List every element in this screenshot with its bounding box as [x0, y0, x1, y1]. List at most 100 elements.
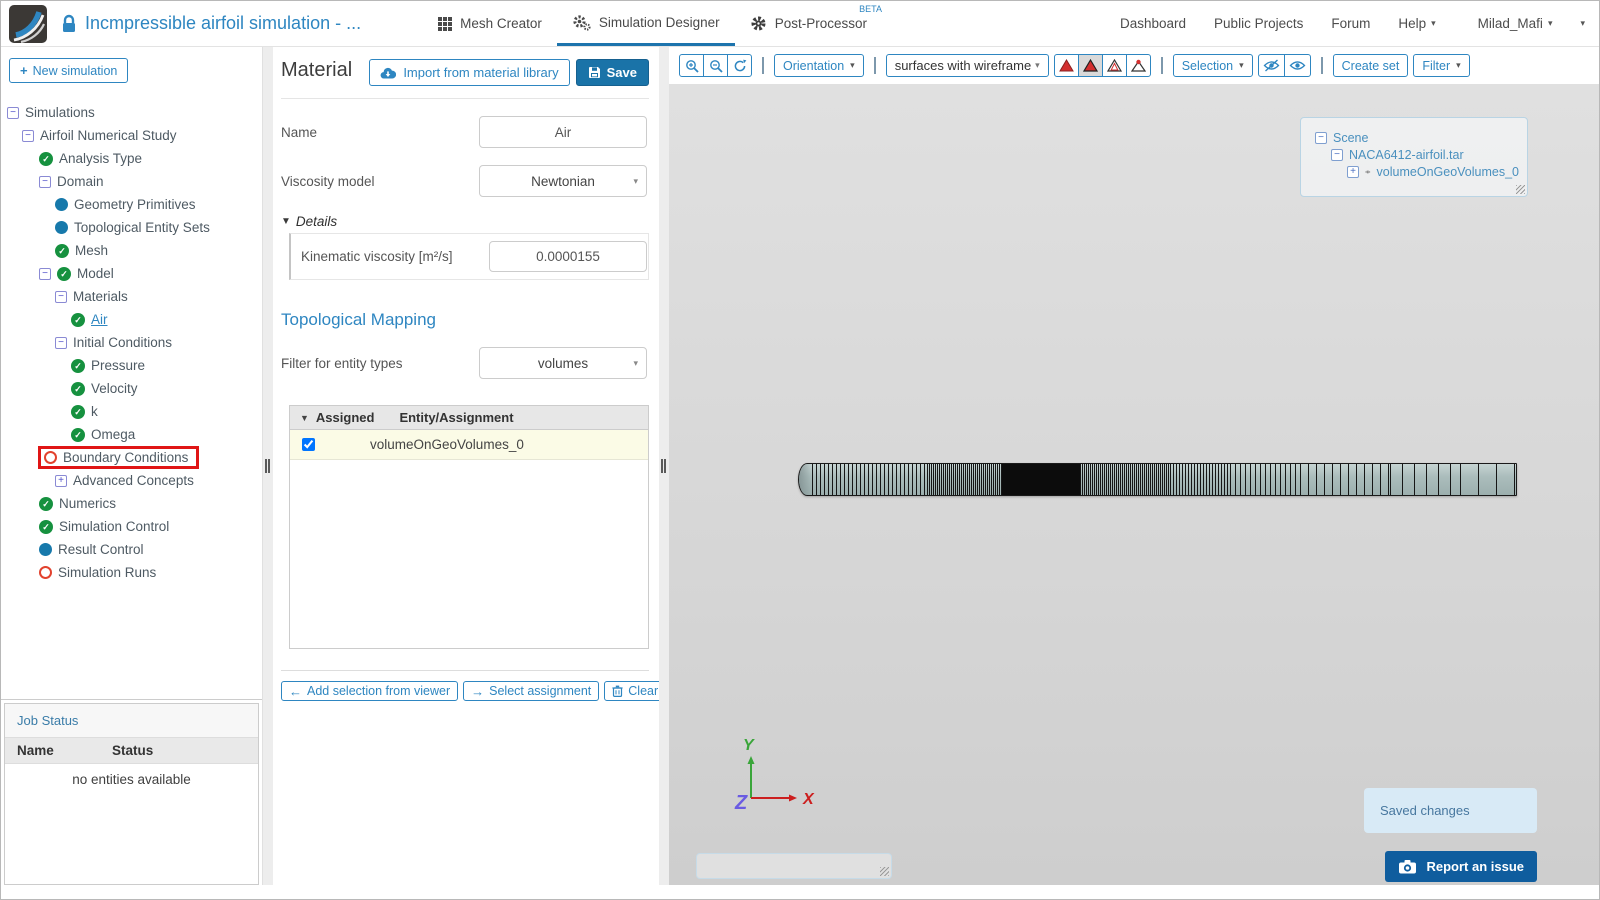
selection-dropdown[interactable]: Selection ▾: [1172, 54, 1253, 77]
tree-item-result-control[interactable]: Result Control: [7, 538, 262, 561]
nav-dashboard[interactable]: Dashboard: [1120, 16, 1186, 31]
assigned-checkbox[interactable]: [302, 438, 315, 451]
gears-icon: [573, 14, 591, 31]
viewer-message-box[interactable]: [696, 853, 892, 879]
app-window: Incmpressible airfoil simulation - ... M…: [0, 0, 1600, 900]
scene-tree-root[interactable]: − Scene: [1315, 131, 1519, 145]
tree-item-simulation-control[interactable]: Simulation Control: [7, 515, 262, 538]
tree-item-omega[interactable]: Omega: [7, 423, 262, 446]
panel-title: Material: [281, 59, 353, 81]
user-menu[interactable]: Milad_Mafi ▾: [1478, 16, 1553, 31]
show-selection-button[interactable]: [1283, 54, 1311, 77]
content-area: + New simulation − Simulations − Airfoil…: [1, 47, 1599, 899]
tree-item-air[interactable]: Air: [7, 308, 262, 331]
tree-item-advanced-concepts[interactable]: + Advanced Concepts: [7, 469, 262, 492]
tab-post-processor[interactable]: Post-Processor BETA: [735, 1, 882, 46]
panel-splitter[interactable]: [263, 47, 273, 885]
tree-item-model[interactable]: − Model: [7, 262, 262, 285]
assigned-column-header[interactable]: Assigned: [316, 410, 375, 425]
tree-item-mesh[interactable]: Mesh: [7, 239, 262, 262]
render-mode-select[interactable]: surfaces with wireframe ▾: [885, 54, 1049, 77]
material-name-input[interactable]: [479, 116, 647, 148]
expand-icon[interactable]: +: [55, 474, 67, 487]
triangle-solid-red-icon: [1058, 59, 1074, 72]
panel-splitter[interactable]: [659, 47, 669, 885]
collapse-icon[interactable]: −: [39, 175, 51, 188]
report-issue-button[interactable]: Report an issue: [1385, 851, 1537, 882]
zoom-out-button[interactable]: [703, 54, 728, 77]
filter-dropdown[interactable]: Filter ▾: [1413, 54, 1470, 77]
nav-help-menu[interactable]: Help ▾: [1398, 16, 1435, 31]
collapse-icon[interactable]: −: [1331, 149, 1343, 161]
scene-tree-overlay: − Scene − NACA6412-airfoil.tar + volumeO: [1300, 117, 1528, 197]
triangle-down-icon: ▼: [281, 216, 291, 227]
tree-item-boundary-conditions[interactable]: Boundary Conditions: [7, 446, 262, 469]
sort-triangle-icon[interactable]: ▼: [300, 413, 309, 423]
import-material-library-button[interactable]: Import from material library: [369, 59, 570, 86]
viewer-canvas[interactable]: − Scene − NACA6412-airfoil.tar + volumeO: [669, 84, 1599, 885]
extra-menu[interactable]: ▾: [1580, 18, 1585, 29]
tab-simulation-designer[interactable]: Simulation Designer: [556, 1, 735, 46]
check-icon: [57, 266, 71, 281]
check-icon: [71, 404, 85, 419]
collapse-icon[interactable]: −: [39, 267, 51, 280]
tree-item-k[interactable]: k: [7, 400, 262, 423]
job-name-header: Name: [17, 743, 54, 758]
collapse-icon[interactable]: −: [7, 106, 19, 119]
tree-item-geometry-primitives[interactable]: Geometry Primitives: [7, 193, 262, 216]
tree-item-simulation-runs[interactable]: Simulation Runs: [7, 561, 262, 584]
tab-mesh-creator[interactable]: Mesh Creator: [423, 1, 557, 46]
tree-item-analysis-type[interactable]: Analysis Type: [7, 147, 262, 170]
refresh-view-button[interactable]: [727, 54, 752, 77]
mesh-display-points-button[interactable]: [1125, 54, 1151, 77]
hide-selection-button[interactable]: [1257, 54, 1285, 77]
nav-forum[interactable]: Forum: [1331, 16, 1370, 31]
create-set-button[interactable]: Create set: [1332, 54, 1409, 77]
tree-item-airfoil-numerical-study[interactable]: − Airfoil Numerical Study: [7, 124, 262, 147]
nav-public-projects[interactable]: Public Projects: [1214, 16, 1303, 31]
collapse-icon[interactable]: −: [1315, 132, 1327, 144]
tree-item-materials[interactable]: − Materials: [7, 285, 262, 308]
select-assignment-button[interactable]: → Select assignment: [463, 681, 600, 701]
tree-item-initial-conditions[interactable]: − Initial Conditions: [7, 331, 262, 354]
entity-column-header[interactable]: Entity/Assignment: [399, 410, 513, 425]
mesh-display-surface-wireframe-button[interactable]: [1077, 54, 1103, 77]
top-bar: Incmpressible airfoil simulation - ... M…: [1, 1, 1599, 47]
scene-tree-geometry[interactable]: − NACA6412-airfoil.tar: [1331, 148, 1519, 162]
mesh-display-wireframe-button[interactable]: [1101, 54, 1127, 77]
check-icon: [71, 358, 85, 373]
details-toggle[interactable]: ▼ Details: [281, 214, 649, 229]
kinematic-viscosity-input[interactable]: [489, 241, 647, 272]
expand-icon[interactable]: +: [1347, 166, 1359, 178]
new-simulation-button[interactable]: + New simulation: [9, 58, 129, 83]
table-row[interactable]: volumeOnGeoVolumes_0: [290, 430, 648, 460]
tree-item-velocity[interactable]: Velocity: [7, 377, 262, 400]
collapse-icon[interactable]: −: [55, 290, 67, 303]
tree-item-pressure[interactable]: Pressure: [7, 354, 262, 377]
collapse-icon[interactable]: −: [22, 129, 34, 142]
orientation-dropdown[interactable]: Orientation ▾: [774, 54, 864, 77]
resize-handle-icon[interactable]: [880, 867, 889, 876]
check-icon: [39, 519, 53, 534]
tree-item-topological-entity-sets[interactable]: Topological Entity Sets: [7, 216, 262, 239]
airfoil-mesh-model[interactable]: [798, 463, 1517, 496]
assignment-table: ▼ Assigned Entity/Assignment volumeOnGeo…: [289, 405, 649, 649]
add-selection-from-viewer-button[interactable]: ← Add selection from viewer: [281, 681, 459, 701]
clear-button[interactable]: Clear: [604, 681, 659, 701]
viscosity-model-select[interactable]: Newtonian ▾: [479, 165, 647, 197]
save-button[interactable]: Save: [575, 59, 649, 86]
entity-type-filter-select[interactable]: volumes ▾: [479, 347, 647, 379]
collapse-icon[interactable]: −: [55, 336, 67, 349]
zoom-in-button[interactable]: [679, 54, 704, 77]
scene-tree-volume[interactable]: + volumeOnGeoVolumes_0: [1347, 165, 1519, 179]
simulation-tree: − Simulations − Airfoil Numerical Study …: [1, 87, 262, 699]
tree-item-numerics[interactable]: Numerics: [7, 492, 262, 515]
arrow-right-icon: →: [471, 683, 485, 699]
eye-icon[interactable]: [1365, 167, 1371, 177]
resize-handle-icon[interactable]: [1516, 185, 1525, 194]
mesh-display-solid-button[interactable]: [1053, 54, 1079, 77]
splitter-grip-icon: [661, 459, 666, 473]
tree-item-domain[interactable]: − Domain: [7, 170, 262, 193]
tree-item-simulations[interactable]: − Simulations: [7, 101, 262, 124]
chevron-down-icon: ▾: [1431, 18, 1436, 28]
